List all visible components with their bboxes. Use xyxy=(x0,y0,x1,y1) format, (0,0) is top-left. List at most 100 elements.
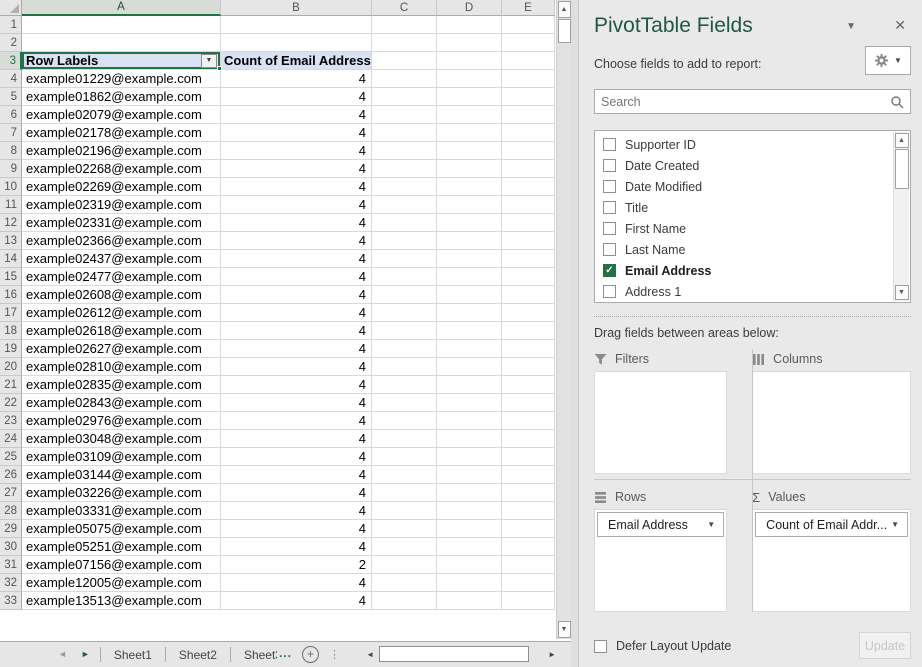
grid-cell[interactable] xyxy=(437,232,502,250)
row-header-22[interactable]: 22 xyxy=(0,394,22,412)
select-all-button[interactable] xyxy=(0,0,22,16)
grid-cell[interactable] xyxy=(437,160,502,178)
pivot-count-cell[interactable]: 4 xyxy=(221,394,372,412)
scroll-up-button[interactable]: ▲ xyxy=(558,1,571,18)
grid-cell[interactable] xyxy=(372,304,437,322)
pivot-row-label-cell[interactable]: example02618@example.com xyxy=(22,322,221,340)
pivot-row-label-cell[interactable]: example02843@example.com xyxy=(22,394,221,412)
grid-cell[interactable] xyxy=(502,574,555,592)
row-header-12[interactable]: 12 xyxy=(0,214,22,232)
pivot-count-cell[interactable]: 4 xyxy=(221,88,372,106)
grid-cell[interactable] xyxy=(502,412,555,430)
scroll-left-button[interactable]: ◄ xyxy=(363,650,377,659)
grid-cell[interactable] xyxy=(502,196,555,214)
grid-cell[interactable] xyxy=(502,394,555,412)
pivot-count-cell[interactable]: 2 xyxy=(221,556,372,574)
tab-overflow-indicator[interactable]: ... xyxy=(279,646,292,660)
grid-cell[interactable] xyxy=(372,52,437,70)
grid-cell[interactable] xyxy=(372,268,437,286)
pill-chevron-down-icon[interactable]: ▼ xyxy=(891,520,899,529)
grid-cell[interactable] xyxy=(372,106,437,124)
pivot-row-label-cell[interactable]: example13513@example.com xyxy=(22,592,221,610)
grid-cell[interactable] xyxy=(502,178,555,196)
grid-cell[interactable] xyxy=(502,268,555,286)
values-dropzone[interactable]: Count of Email Addr...▼ xyxy=(752,509,911,612)
row-header-30[interactable]: 30 xyxy=(0,538,22,556)
field-list-scroll-thumb[interactable] xyxy=(895,149,909,189)
grid-cell[interactable] xyxy=(437,178,502,196)
pivot-count-cell[interactable]: 4 xyxy=(221,178,372,196)
grid-cell[interactable] xyxy=(502,322,555,340)
field-pill-email-address[interactable]: Email Address▼ xyxy=(597,512,724,537)
grid-cell[interactable] xyxy=(437,250,502,268)
grid-cell[interactable] xyxy=(437,430,502,448)
field-checkbox-date-created[interactable] xyxy=(603,159,616,172)
field-checkbox-address-1[interactable] xyxy=(603,285,616,298)
grid-cell[interactable] xyxy=(502,124,555,142)
field-item-supporter-id[interactable]: Supporter ID xyxy=(595,134,910,155)
pivot-count-cell[interactable]: 4 xyxy=(221,214,372,232)
next-sheet-icon[interactable]: ► xyxy=(81,650,90,659)
new-sheet-button[interactable]: + xyxy=(302,646,319,663)
pivot-row-label-cell[interactable]: example05251@example.com xyxy=(22,538,221,556)
tools-button[interactable]: ▼ xyxy=(865,46,911,75)
pivot-count-cell[interactable]: 4 xyxy=(221,448,372,466)
pivot-count-cell[interactable]: 4 xyxy=(221,592,372,610)
grid-cell[interactable] xyxy=(372,574,437,592)
column-header-c[interactable]: C xyxy=(372,0,437,16)
row-header-20[interactable]: 20 xyxy=(0,358,22,376)
pivot-row-label-cell[interactable]: example02319@example.com xyxy=(22,196,221,214)
grid-cell[interactable] xyxy=(437,286,502,304)
selection-fill-handle[interactable] xyxy=(217,66,222,71)
pivot-row-labels-cell[interactable]: Row Labels▼ xyxy=(22,52,221,70)
row-header-11[interactable]: 11 xyxy=(0,196,22,214)
grid-cell[interactable] xyxy=(437,52,502,70)
grid-cell[interactable] xyxy=(372,286,437,304)
grid-cell[interactable] xyxy=(437,484,502,502)
grid-cell[interactable] xyxy=(437,16,502,34)
pivot-row-label-cell[interactable]: example02366@example.com xyxy=(22,232,221,250)
row-header-14[interactable]: 14 xyxy=(0,250,22,268)
grid-cell[interactable] xyxy=(372,160,437,178)
row-header-27[interactable]: 27 xyxy=(0,484,22,502)
pivot-row-label-cell[interactable]: example02810@example.com xyxy=(22,358,221,376)
row-header-23[interactable]: 23 xyxy=(0,412,22,430)
grid-cell[interactable] xyxy=(372,538,437,556)
grid-cell[interactable] xyxy=(502,142,555,160)
row-header-4[interactable]: 4 xyxy=(0,70,22,88)
grid-cell[interactable] xyxy=(502,304,555,322)
grid-cell[interactable] xyxy=(372,88,437,106)
pivot-row-label-cell[interactable]: example02976@example.com xyxy=(22,412,221,430)
pivot-row-label-cell[interactable]: example03144@example.com xyxy=(22,466,221,484)
grid-cell[interactable] xyxy=(437,142,502,160)
row-header-19[interactable]: 19 xyxy=(0,340,22,358)
grid-cell[interactable] xyxy=(502,376,555,394)
pivot-count-cell[interactable]: 4 xyxy=(221,574,372,592)
grid-cell[interactable] xyxy=(502,34,555,52)
pivot-row-label-cell[interactable]: example03048@example.com xyxy=(22,430,221,448)
pivot-count-cell[interactable]: 4 xyxy=(221,250,372,268)
grid-cell[interactable] xyxy=(502,160,555,178)
grid-cell[interactable] xyxy=(437,448,502,466)
vertical-scroll-thumb[interactable] xyxy=(558,19,571,43)
grid-cell[interactable] xyxy=(437,592,502,610)
row-header-9[interactable]: 9 xyxy=(0,160,22,178)
grid-cell[interactable] xyxy=(437,34,502,52)
row-header-10[interactable]: 10 xyxy=(0,178,22,196)
row-header-15[interactable]: 15 xyxy=(0,268,22,286)
grid-cell[interactable] xyxy=(502,88,555,106)
grid-cell[interactable] xyxy=(372,142,437,160)
pivot-row-label-cell[interactable]: example02608@example.com xyxy=(22,286,221,304)
pivot-row-label-cell[interactable]: example02437@example.com xyxy=(22,250,221,268)
grid-cell[interactable] xyxy=(437,196,502,214)
column-header-d[interactable]: D xyxy=(437,0,502,16)
grid-cell[interactable] xyxy=(502,520,555,538)
grid-cell[interactable] xyxy=(372,196,437,214)
row-header-32[interactable]: 32 xyxy=(0,574,22,592)
row-header-1[interactable]: 1 xyxy=(0,16,22,34)
grid-cell[interactable] xyxy=(437,304,502,322)
field-list-scroll-up-button[interactable]: ▲ xyxy=(895,133,909,148)
row-header-13[interactable]: 13 xyxy=(0,232,22,250)
row-header-17[interactable]: 17 xyxy=(0,304,22,322)
grid-cell[interactable] xyxy=(372,394,437,412)
